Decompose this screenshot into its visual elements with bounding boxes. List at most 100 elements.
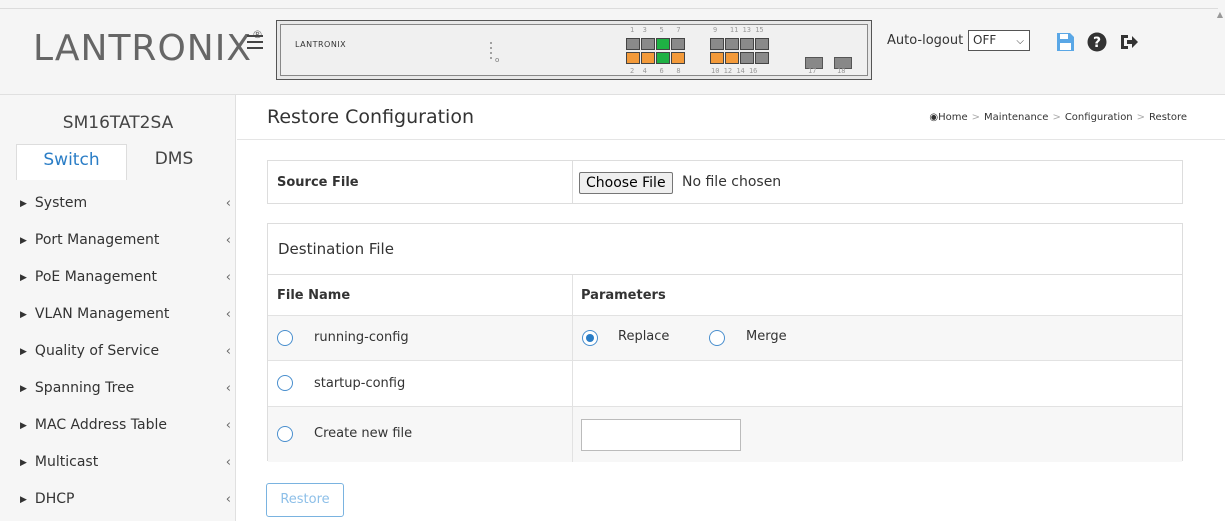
chevron-left-icon: ‹ [225,270,231,285]
chevron-left-icon: ‹ [225,307,231,322]
sidebar-item-vlan-management[interactable]: ▶ VLAN Management ‹ [0,296,236,333]
column-header-file-name: File Name [277,288,351,303]
port-14[interactable] [740,52,754,64]
new-file-name-input[interactable] [581,419,741,451]
sidebar-item-label: VLAN Management [34,306,170,322]
sidebar-item-port-management[interactable]: ▶ Port Management ‹ [0,222,236,259]
port-2[interactable] [626,52,640,64]
page-title: Restore Configuration [267,106,474,128]
port-10[interactable] [710,52,724,64]
sidebar: SM16TAT2SA Switch DMS ▶ System ‹ ▶ Port Man… [0,95,236,521]
help-icon[interactable]: ? [1086,31,1108,53]
port-1[interactable] [626,38,640,50]
create-new-file-label: Create new file [314,426,413,441]
port-3[interactable] [641,38,655,50]
caret-right-icon: ▶ [20,458,27,468]
column-header-parameters: Parameters [581,288,666,303]
port-9[interactable] [710,38,724,50]
table-row: startup-config [268,361,1182,407]
merge-label: Merge [746,329,787,344]
sidebar-item-poe-management[interactable]: ▶ PoE Management ‹ [0,259,236,296]
destination-title: Destination File [278,240,394,258]
sidebar-item-label: DHCP [34,491,75,507]
sidebar-item-system[interactable]: ▶ System ‹ [0,185,236,222]
autologout-label: Auto-logout [887,33,964,48]
choose-file-button[interactable]: Choose File [579,172,673,194]
chevron-down-icon: ⌵ [1016,36,1024,47]
sidebar-item-label: Quality of Service [34,343,160,359]
main-content: Restore Configuration ◉Home > Maintenance >… [237,95,1225,521]
breadcrumb-restore: Restore [1149,112,1187,123]
autologout-value: OFF [973,33,997,47]
logo-text: LANTRONIX [33,28,252,69]
column-divider [572,275,573,462]
tab-dms[interactable]: DMS [127,144,221,180]
port-4[interactable] [641,52,655,64]
replace-radio[interactable] [582,330,598,346]
port-numbers-top-left: 1 3 5 7 [630,26,681,34]
port-numbers-top-right: 9 11 13 15 [713,26,764,34]
sidebar-item-label: PoE Management [34,269,157,285]
table-header-row: File Name Parameters [268,275,1182,316]
caret-right-icon: ▶ [20,199,27,209]
caret-right-icon: ▶ [20,273,27,283]
breadcrumb-maintenance[interactable]: Maintenance [984,112,1048,123]
startup-config-radio[interactable] [277,375,293,391]
destination-header: Destination File [268,224,1182,275]
caret-right-icon: ▶ [20,421,27,431]
sidebar-item-mac-address-table[interactable]: ▶ MAC Address Table ‹ [0,407,236,444]
sidebar-item-quality-of-service[interactable]: ▶ Quality of Service ‹ [0,333,236,370]
menu-toggle-icon[interactable] [247,35,263,49]
port-16[interactable] [755,52,769,64]
running-config-label: running-config [314,330,409,345]
port-8[interactable] [671,52,685,64]
breadcrumb: ◉Home > Maintenance > Configuration > Restore [929,112,1187,123]
port-group-9-16 [710,38,769,64]
running-config-radio[interactable] [277,330,293,346]
save-icon[interactable] [1054,31,1076,53]
chevron-left-icon: ‹ [225,233,231,248]
file-chosen-status: No file chosen [682,174,782,190]
port-13[interactable] [740,38,754,50]
port-6[interactable] [656,52,670,64]
sidebar-tabs: Switch DMS [16,144,221,180]
breadcrumb-home[interactable]: Home [938,112,968,123]
chevron-left-icon: ‹ [225,381,231,396]
restore-button[interactable]: Restore [266,483,344,517]
sidebar-item-multicast[interactable]: ▶ Multicast ‹ [0,444,236,481]
port-group-1-8 [626,38,685,64]
caret-right-icon: ▶ [20,384,27,394]
port-11[interactable] [725,38,739,50]
table-row: running-config Replace Merge [268,316,1182,361]
header-top-rule [0,8,1218,9]
sidebar-item-dhcp[interactable]: ▶ DHCP ‹ [0,481,236,518]
table-row: Create new file [268,407,1182,462]
chevron-left-icon: ‹ [225,344,231,359]
breadcrumb-configuration[interactable]: Configuration [1065,112,1133,123]
source-divider [572,161,573,203]
panel-logo: LANTRONIX [295,40,347,49]
tab-switch[interactable]: Switch [16,144,127,180]
sidebar-nav: ▶ System ‹ ▶ Port Management ‹ ▶ PoE Manageme… [0,185,236,518]
sidebar-item-spanning-tree[interactable]: ▶ Spanning Tree ‹ [0,370,236,407]
autologout-select[interactable]: OFF ⌵ [968,30,1030,51]
scroll-up-icon[interactable]: ▲ [1217,10,1223,19]
source-file-label: Source File [277,175,359,190]
port-number-18: 18 [837,67,846,75]
power-led: o [495,56,500,64]
logout-icon[interactable] [1118,31,1140,53]
chevron-left-icon: ‹ [225,455,231,470]
caret-right-icon: ▶ [20,310,27,320]
port-15[interactable] [755,38,769,50]
merge-radio[interactable] [709,330,725,346]
device-name: SM16TAT2SA [62,113,174,133]
switch-front-panel: LANTRONIX o 1 3 5 7 9 11 13 15 2 4 6 8 1… [276,20,872,80]
port-12[interactable] [725,52,739,64]
destination-file-panel: Destination File File Name Parameters ru… [267,223,1183,462]
lantronix-logo: LANTRONIX® [33,28,264,69]
port-7[interactable] [671,38,685,50]
svg-text:?: ? [1093,35,1101,51]
port-5[interactable] [656,38,670,50]
home-icon: ◉ [929,112,939,123]
create-new-file-radio[interactable] [277,426,293,442]
